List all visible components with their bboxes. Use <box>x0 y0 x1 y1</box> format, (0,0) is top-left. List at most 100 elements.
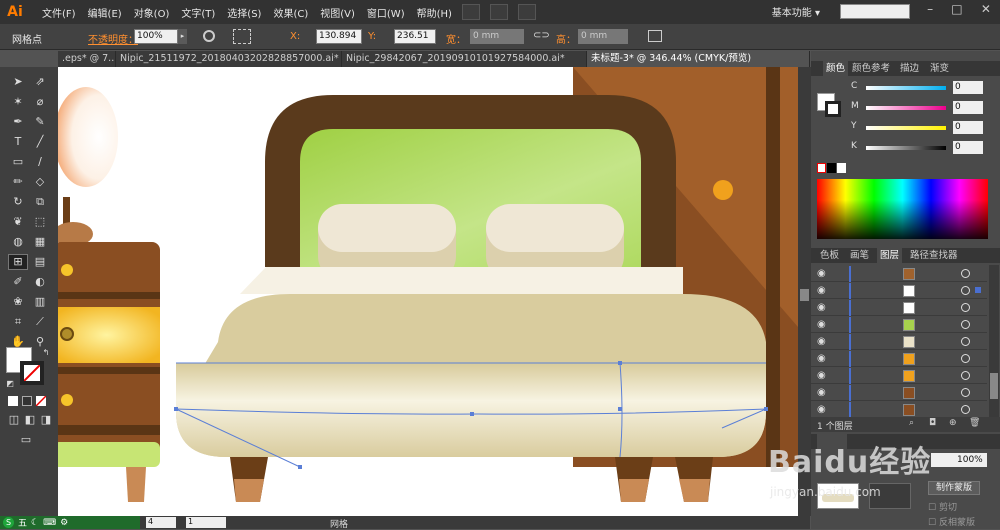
type-tool-icon[interactable]: T <box>10 135 26 149</box>
black-slider-bar[interactable] <box>866 146 946 150</box>
yellow-slider-bar[interactable] <box>866 126 946 130</box>
maximize-icon[interactable]: □ <box>951 2 962 22</box>
magenta-slider[interactable]: M 0 <box>851 101 996 115</box>
color-spectrum[interactable] <box>817 179 988 239</box>
eye-icon[interactable]: ◉ <box>817 370 826 381</box>
tab-color[interactable]: 颜色 <box>823 61 849 76</box>
draw-mode-icon[interactable]: ◫ <box>6 413 22 427</box>
perspective-grid-tool-icon[interactable]: ▦ <box>32 235 48 249</box>
y-input[interactable]: 236.51 <box>394 29 436 44</box>
yellow-slider[interactable]: Y 0 <box>851 121 996 135</box>
minimize-icon[interactable]: – <box>927 2 933 22</box>
rotate-tool-icon[interactable]: ↻ <box>10 195 26 209</box>
layer-target-icon[interactable] <box>961 354 970 363</box>
height-input[interactable]: 0 mm <box>578 29 628 44</box>
menu-file[interactable]: 文件(F) <box>42 5 76 20</box>
draw-inside-icon[interactable]: ◨ <box>38 413 54 427</box>
layer-target-icon[interactable] <box>961 269 970 278</box>
eye-icon[interactable]: ◉ <box>817 302 826 313</box>
none-mode-icon[interactable] <box>36 396 46 406</box>
stroke-color-swatch[interactable] <box>825 101 841 117</box>
tab-layers[interactable]: 图层 <box>877 248 903 263</box>
tab-document-1[interactable]: .eps* @ 7... <box>58 51 116 67</box>
layer-row[interactable]: ◉ <box>811 402 987 417</box>
tab-gradient[interactable]: 渐变 <box>927 61 952 76</box>
scale-tool-icon[interactable]: ⧉ <box>32 195 48 209</box>
direct-selection-tool-icon[interactable]: ⇗ <box>32 75 48 89</box>
swap-fill-stroke-icon[interactable]: ↰ <box>38 346 54 360</box>
arrange-documents-icon[interactable] <box>489 4 508 20</box>
layer-target-icon[interactable] <box>961 405 970 414</box>
artboard-canvas[interactable] <box>58 67 798 516</box>
eye-icon[interactable]: ◉ <box>817 387 826 398</box>
symbol-sprayer-tool-icon[interactable]: ❀ <box>10 295 26 309</box>
layer-row[interactable]: ◉ <box>811 266 987 282</box>
paintbrush-tool-icon[interactable]: ∕ <box>32 155 48 169</box>
menu-help[interactable]: 帮助(H) <box>417 5 452 20</box>
layer-row[interactable]: ◉ <box>811 368 987 384</box>
eye-icon[interactable]: ◉ <box>817 336 826 347</box>
eye-icon[interactable]: ◉ <box>817 285 826 296</box>
delete-layer-icon[interactable]: 🗑 <box>969 418 980 428</box>
layer-row[interactable]: ◉ <box>811 385 987 401</box>
stroke-swatch[interactable] <box>20 361 44 385</box>
menu-window[interactable]: 窗口(W) <box>367 5 405 20</box>
scrollbar-thumb[interactable] <box>800 289 809 301</box>
line-tool-icon[interactable]: ╱ <box>32 135 48 149</box>
eraser-tool-icon[interactable]: ◇ <box>32 175 48 189</box>
layer-target-icon[interactable] <box>961 388 970 397</box>
tab-pathfinder[interactable]: 路径查找器 <box>907 248 961 263</box>
quick-swatches[interactable] <box>817 163 847 173</box>
blend-tool-icon[interactable]: ◐ <box>32 275 48 289</box>
menu-edit[interactable]: 编辑(E) <box>88 5 122 20</box>
tab-swatches[interactable]: 色板 <box>817 248 842 263</box>
tab-brushes[interactable]: 画笔 <box>847 248 872 263</box>
layers-scrollbar[interactable] <box>989 265 999 417</box>
artboard-tool-icon[interactable]: ⌗ <box>10 315 26 329</box>
layer-target-icon[interactable] <box>961 371 970 380</box>
clipping-mask-icon[interactable]: ◘ <box>929 418 936 428</box>
layer-row[interactable]: ◉ <box>811 317 987 333</box>
clip-checkbox[interactable]: ☐ 剪切 <box>928 500 957 513</box>
workspace-switcher[interactable]: 基本功能 ▾ <box>772 4 820 19</box>
color-mode-icon[interactable] <box>8 396 18 406</box>
draw-behind-icon[interactable]: ◧ <box>22 413 38 427</box>
menu-view[interactable]: 视图(V) <box>320 5 355 20</box>
opacity-dropdown-icon[interactable]: ▸ <box>178 29 187 44</box>
gpu-icon[interactable] <box>517 4 536 20</box>
mesh-tool-icon[interactable]: ⊞ <box>8 254 28 270</box>
free-transform-tool-icon[interactable]: ⬚ <box>32 215 48 229</box>
tab-color-guide[interactable]: 颜色参考 <box>849 61 893 76</box>
opacity-input[interactable]: 100% <box>134 29 178 44</box>
eye-icon[interactable]: ◉ <box>817 268 826 279</box>
black-slider[interactable]: K 0 <box>851 141 996 155</box>
warp-tool-icon[interactable]: ❦ <box>10 215 26 229</box>
cyan-slider[interactable]: C 0 <box>851 81 996 95</box>
tab-stroke[interactable]: 描边 <box>897 61 922 76</box>
opacity-label[interactable]: 不透明度： <box>88 31 138 46</box>
artboard-number-field[interactable]: 1 <box>186 517 226 528</box>
layer-target-icon[interactable] <box>961 337 970 346</box>
tab-document-3[interactable]: Nipic_29842067_20190910101927584000.ai* <box>342 51 587 67</box>
pen-tool-icon[interactable]: ✒ <box>10 115 26 129</box>
menu-type[interactable]: 文字(T) <box>181 5 215 20</box>
eye-icon[interactable]: ◉ <box>817 404 826 415</box>
magenta-slider-bar[interactable] <box>866 106 946 110</box>
width-input[interactable]: 0 mm <box>470 29 524 44</box>
slice-tool-icon[interactable]: ⟋ <box>32 315 48 329</box>
tab-document-2[interactable]: Nipic_21511972_20180403202828857000.ai* <box>116 51 342 67</box>
layer-row[interactable]: ◉ <box>811 283 987 299</box>
layer-target-icon[interactable] <box>961 303 970 312</box>
tab-document-active[interactable]: 未标题-3* @ 346.44% (CMYK/预览) <box>587 51 810 67</box>
make-mask-button[interactable]: 制作蒙版 <box>928 481 980 495</box>
selection-tool-icon[interactable]: ➤ <box>10 75 26 89</box>
lasso-tool-icon[interactable]: ⌀ <box>32 95 48 109</box>
gradient-mode-icon[interactable] <box>22 396 32 406</box>
eyedropper-tool-icon[interactable]: ✐ <box>10 275 26 289</box>
eye-icon[interactable]: ◉ <box>817 319 826 330</box>
layer-target-icon[interactable] <box>961 320 970 329</box>
search-input[interactable] <box>840 4 910 19</box>
recolor-icon[interactable] <box>203 30 215 42</box>
screen-mode-icon[interactable]: ▭ <box>16 433 36 447</box>
menu-object[interactable]: 对象(O) <box>134 5 170 20</box>
